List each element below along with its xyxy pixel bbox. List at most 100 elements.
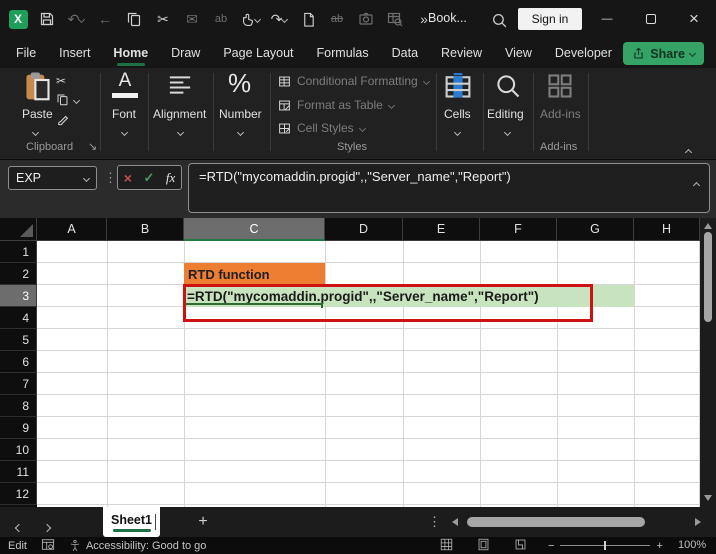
- row-header-12[interactable]: 12: [0, 483, 37, 505]
- row-header-7[interactable]: 7: [0, 373, 37, 395]
- tab-formulas[interactable]: Formulas: [317, 42, 369, 64]
- add-ins-button[interactable]: [546, 72, 574, 103]
- accessibility-status[interactable]: Accessibility: Good to go: [69, 539, 206, 552]
- cells-button[interactable]: [444, 72, 472, 103]
- row-header-9[interactable]: 9: [0, 417, 37, 439]
- copy-dropdown-chevron[interactable]: [72, 96, 81, 105]
- page-break-preview-icon[interactable]: [514, 538, 527, 554]
- search-icon[interactable]: [489, 8, 509, 32]
- row-header-6[interactable]: 6: [0, 351, 37, 373]
- touch-mode-dropdown-chevron[interactable]: [253, 15, 262, 23]
- tab-draw[interactable]: Draw: [171, 42, 200, 64]
- email-icon[interactable]: ✉: [182, 7, 202, 31]
- close-button[interactable]: ×: [672, 0, 716, 38]
- back-icon[interactable]: ←: [95, 7, 115, 31]
- cut-icon[interactable]: ✂: [153, 7, 173, 31]
- zoom-out-button[interactable]: −: [548, 540, 554, 552]
- font-button[interactable]: A: [112, 70, 138, 98]
- cells-area[interactable]: RTD function =RTD("mycomaddin.progid",,"…: [37, 241, 700, 507]
- zoom-slider[interactable]: [560, 541, 651, 550]
- macro-record-icon[interactable]: [41, 538, 55, 554]
- column-header-b[interactable]: B: [107, 218, 184, 241]
- undo-dropdown-chevron[interactable]: [78, 15, 86, 23]
- number-button[interactable]: %: [228, 68, 251, 99]
- save-icon[interactable]: [37, 7, 57, 31]
- horizontal-scrollbar[interactable]: [464, 517, 690, 527]
- row-header-2[interactable]: 2: [0, 263, 37, 285]
- alignment-dropdown-chevron[interactable]: [176, 124, 185, 138]
- new-file-icon[interactable]: [298, 7, 318, 31]
- format-as-table-button[interactable]: Format as Table: [278, 98, 395, 112]
- collapse-ribbon-chevron[interactable]: [684, 144, 693, 158]
- share-button[interactable]: Share: [623, 42, 704, 65]
- conditional-formatting-button[interactable]: Conditional Formatting: [278, 74, 430, 88]
- tab-review[interactable]: Review: [441, 42, 482, 64]
- column-header-d[interactable]: D: [325, 218, 403, 241]
- font-dropdown-chevron[interactable]: [120, 124, 129, 138]
- redo-icon[interactable]: ↷: [269, 7, 289, 31]
- row-header-1[interactable]: 1: [0, 241, 37, 263]
- horizontal-scroll-thumb[interactable]: [467, 517, 645, 527]
- page-layout-view-icon[interactable]: [477, 538, 490, 554]
- paste-dropdown-chevron[interactable]: [31, 124, 40, 138]
- insert-function-icon[interactable]: fx: [166, 170, 175, 186]
- tab-developer[interactable]: Developer: [555, 42, 612, 64]
- enter-icon[interactable]: ✓: [143, 170, 154, 186]
- table-preview-icon[interactable]: [385, 7, 405, 31]
- find-replace-icon[interactable]: ab: [211, 7, 231, 31]
- sheet-tab-sheet1[interactable]: Sheet1: [103, 507, 160, 537]
- tab-home[interactable]: Home: [113, 42, 148, 66]
- tab-data[interactable]: Data: [392, 42, 418, 64]
- scroll-right-arrow[interactable]: [695, 518, 701, 526]
- copy-button[interactable]: [56, 93, 81, 109]
- column-header-c[interactable]: C: [184, 218, 325, 241]
- scroll-left-arrow[interactable]: [452, 518, 458, 526]
- row-header-5[interactable]: 5: [0, 329, 37, 351]
- cell-styles-button[interactable]: Cell Styles: [278, 121, 366, 135]
- row-header-10[interactable]: 10: [0, 439, 37, 461]
- row-header-4[interactable]: 4: [0, 307, 37, 329]
- editing-dropdown-chevron[interactable]: [503, 124, 512, 138]
- tab-bar-options-dots[interactable]: ⋮: [428, 514, 441, 530]
- tab-file[interactable]: File: [16, 42, 36, 64]
- select-all-corner[interactable]: [0, 218, 37, 241]
- clipboard-dialog-launcher[interactable]: ↘: [88, 140, 97, 153]
- paste-button[interactable]: [24, 72, 52, 105]
- zoom-in-button[interactable]: +: [656, 540, 662, 552]
- vertical-scrollbar[interactable]: [700, 218, 716, 507]
- formula-input[interactable]: =RTD("mycomaddin.progid",,"Server_name",…: [188, 163, 710, 213]
- editing-button[interactable]: [494, 72, 522, 103]
- row-header-3[interactable]: 3: [0, 285, 37, 307]
- previous-sheet-arrow[interactable]: [14, 518, 24, 536]
- share-dropdown-chevron[interactable]: [688, 49, 697, 58]
- column-header-h[interactable]: H: [634, 218, 700, 241]
- alignment-button[interactable]: [166, 74, 194, 99]
- cut-button[interactable]: ✂: [56, 74, 66, 88]
- copy-icon[interactable]: [124, 7, 144, 31]
- excel-logo-icon[interactable]: X: [8, 7, 28, 31]
- zoom-level[interactable]: 100%: [678, 539, 706, 551]
- next-sheet-arrow[interactable]: [42, 518, 52, 536]
- maximize-button[interactable]: [629, 0, 673, 38]
- vertical-scroll-thumb[interactable]: [704, 232, 712, 322]
- scroll-down-arrow[interactable]: [704, 495, 712, 501]
- camera-icon[interactable]: [356, 7, 376, 31]
- column-header-g[interactable]: G: [557, 218, 634, 241]
- column-header-f[interactable]: F: [480, 218, 557, 241]
- strikethrough-icon[interactable]: ab: [327, 7, 347, 31]
- scroll-up-arrow[interactable]: [704, 223, 712, 229]
- touch-mode-icon[interactable]: [240, 7, 262, 31]
- sign-in-button[interactable]: Sign in: [518, 8, 582, 30]
- cells-dropdown-chevron[interactable]: [453, 124, 462, 138]
- zoom-slider-thumb[interactable]: [604, 541, 607, 550]
- minimize-button[interactable]: —: [585, 0, 629, 38]
- column-header-a[interactable]: A: [37, 218, 107, 241]
- row-header-8[interactable]: 8: [0, 395, 37, 417]
- row-header-11[interactable]: 11: [0, 461, 37, 483]
- redo-dropdown-chevron[interactable]: [281, 15, 289, 23]
- format-painter-button[interactable]: [56, 113, 70, 130]
- name-box-dropdown-chevron[interactable]: [82, 174, 91, 182]
- tab-page-layout[interactable]: Page Layout: [223, 42, 293, 64]
- number-dropdown-chevron[interactable]: [236, 124, 245, 138]
- normal-view-icon[interactable]: [440, 538, 453, 554]
